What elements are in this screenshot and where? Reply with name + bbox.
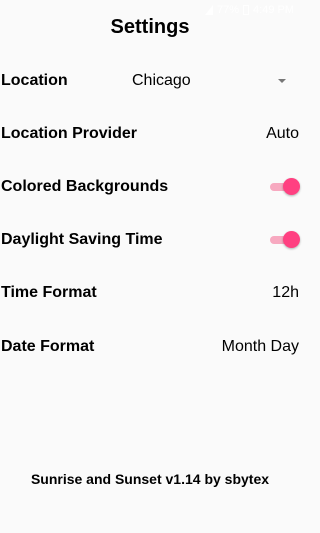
setting-time-format[interactable]: Time Format 12h [0, 278, 300, 308]
location-provider-value[interactable]: Auto [266, 125, 299, 143]
battery-icon [243, 5, 250, 15]
date-format-value[interactable]: Month Day [222, 338, 299, 356]
setting-colored-backgrounds: Colored Backgrounds [0, 172, 300, 202]
clock: 4:49 PM [253, 4, 294, 16]
setting-location-provider[interactable]: Location Provider Auto [0, 119, 300, 149]
dropdown-arrow-icon [278, 79, 286, 83]
setting-location: Location Chicago [0, 66, 300, 96]
toggle-thumb [283, 231, 300, 248]
colored-backgrounds-label: Colored Backgrounds [1, 178, 169, 195]
setting-daylight-saving-time: Daylight Saving Time [0, 225, 300, 255]
daylight-saving-time-toggle[interactable] [270, 231, 300, 248]
time-format-value[interactable]: 12h [272, 284, 299, 302]
colored-backgrounds-toggle[interactable] [270, 178, 300, 195]
date-format-label: Date Format [1, 338, 95, 355]
signal-icon [205, 5, 213, 15]
app-version-footer: Sunrise and Sunset v1.14 by sbytex [30, 471, 270, 487]
daylight-saving-time-label: Daylight Saving Time [1, 231, 163, 248]
location-dropdown[interactable]: Chicago [132, 66, 286, 96]
location-label: Location [1, 72, 68, 89]
location-provider-label: Location Provider [1, 125, 138, 142]
page-title: Settings [110, 16, 190, 38]
toggle-thumb [283, 178, 300, 195]
setting-date-format[interactable]: Date Format Month Day [0, 332, 300, 362]
battery-level: 77% [217, 4, 240, 16]
time-format-label: Time Format [1, 284, 97, 301]
location-value: Chicago [132, 72, 191, 89]
